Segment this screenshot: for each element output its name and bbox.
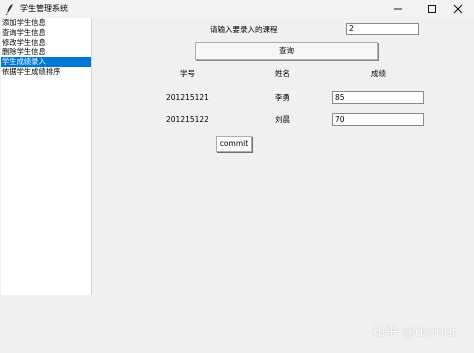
sidebar-item-add-student[interactable]: 添加学生信息 [1,18,91,28]
maximize-icon [428,5,436,13]
feather-icon [5,3,15,16]
header-name: 姓名 [275,69,290,78]
row-1-student-id: 201215121 [166,93,209,102]
commit-button[interactable]: commit [216,136,252,152]
close-button[interactable] [440,0,474,18]
close-icon [453,4,463,14]
query-button[interactable]: 查询 [195,42,378,60]
sidebar-item-query-student[interactable]: 查询学生信息 [1,28,91,38]
sidebar-item-sort-by-grade[interactable]: 依据学生成绩排序 [1,67,91,77]
course-prompt-label: 请输入要录入的课程 [210,25,278,34]
row-2-name: 刘晨 [275,115,290,124]
course-input[interactable]: 2 [346,23,419,35]
header-student-id: 学号 [180,69,195,78]
app-window: 学生管理系统 添加学生信息 查询学生信息 修改学生信息 删除学生信息 学生成绩录… [0,0,474,353]
row-2-score-input[interactable]: 70 [332,113,424,126]
row-1-name: 李勇 [275,93,290,102]
sidebar-menu[interactable]: 添加学生信息 查询学生信息 修改学生信息 删除学生信息 学生成绩录入 依据学生成… [1,18,92,295]
minimize-button[interactable] [380,0,416,18]
minimize-icon [394,8,402,10]
sidebar-item-delete-student[interactable]: 删除学生信息 [1,47,91,57]
sidebar-item-modify-student[interactable]: 修改学生信息 [1,38,91,48]
header-score: 成绩 [371,69,386,78]
row-2-student-id: 201215122 [166,115,209,124]
watermark: 知乎 @domer [372,325,458,340]
title-bar[interactable]: 学生管理系统 [0,0,474,18]
sidebar-item-grade-entry[interactable]: 学生成绩录入 [1,57,91,67]
row-1-score-input[interactable]: 85 [332,91,424,104]
window-title: 学生管理系统 [20,4,68,13]
